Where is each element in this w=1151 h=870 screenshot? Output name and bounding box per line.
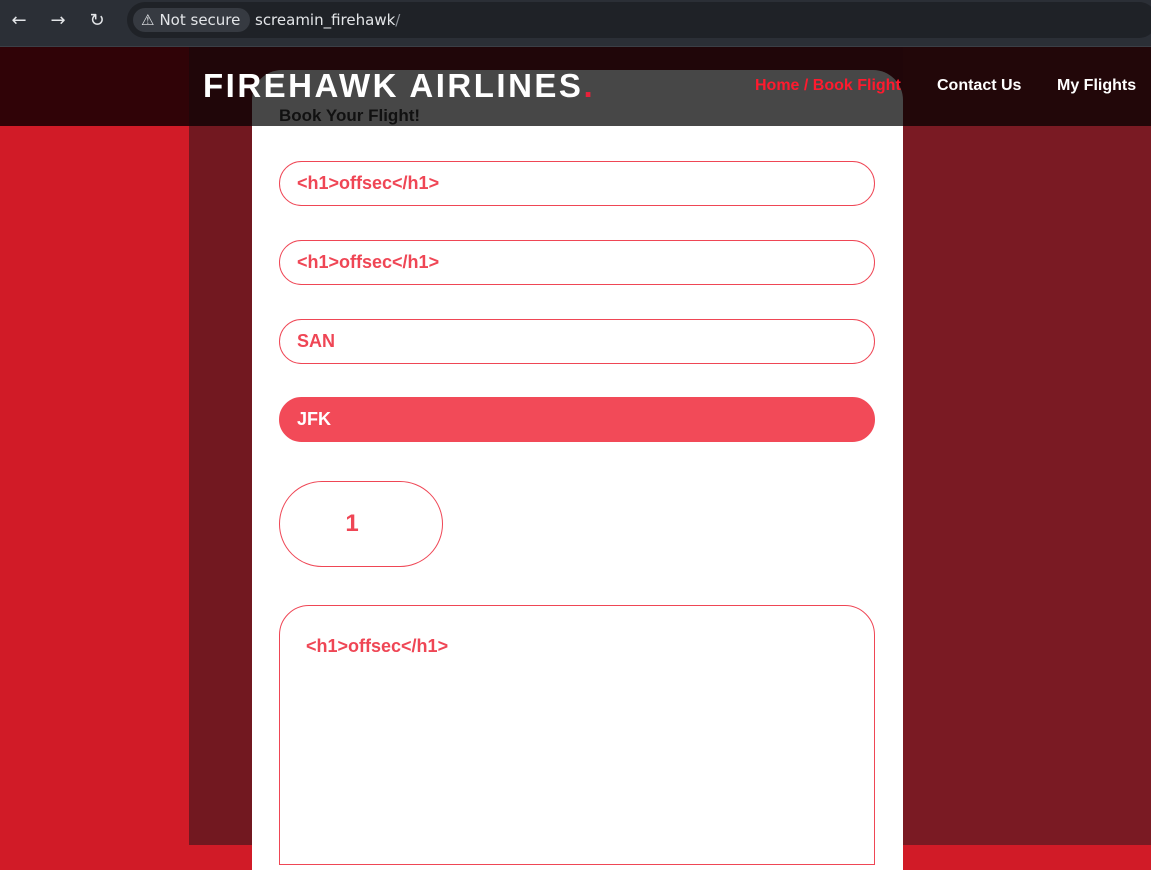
- warning-triangle-icon: ⚠: [141, 11, 155, 29]
- arrow-right-icon[interactable]: →: [47, 10, 69, 32]
- first-name-input[interactable]: <h1>offsec</h1>: [279, 161, 875, 206]
- site-header: FIREHAWK AIRLINES. Home / Book Flight Co…: [0, 47, 1151, 126]
- notes-textarea[interactable]: <h1>offsec</h1>: [279, 605, 875, 865]
- passengers-stepper[interactable]: 1: [279, 481, 443, 567]
- page-background-right: [903, 47, 1151, 845]
- reload-icon[interactable]: ↻: [86, 10, 108, 32]
- origin-input[interactable]: SAN: [279, 319, 875, 364]
- security-indicator[interactable]: ⚠ Not secure: [133, 8, 251, 32]
- brand-logo[interactable]: FIREHAWK AIRLINES.: [203, 67, 595, 105]
- destination-input[interactable]: JFK: [279, 397, 875, 442]
- form-title: Book Your Flight!: [279, 106, 421, 125]
- last-name-input[interactable]: <h1>offsec</h1>: [279, 240, 875, 285]
- nav-my-flights[interactable]: My Flights: [1057, 77, 1136, 95]
- nav-contact-us[interactable]: Contact Us: [937, 77, 1021, 95]
- security-label: Not secure: [159, 11, 241, 29]
- address-bar[interactable]: ⚠ Not secure screamin_firehawk/: [127, 2, 1151, 38]
- browser-toolbar: ← → ↻ ⚠ Not secure screamin_firehawk/: [0, 0, 1151, 47]
- nav-home-book-flight[interactable]: Home / Book Flight: [755, 77, 901, 95]
- page-background-left: [0, 47, 189, 845]
- arrow-left-icon[interactable]: ←: [8, 10, 30, 32]
- url-text[interactable]: screamin_firehawk/: [255, 11, 400, 29]
